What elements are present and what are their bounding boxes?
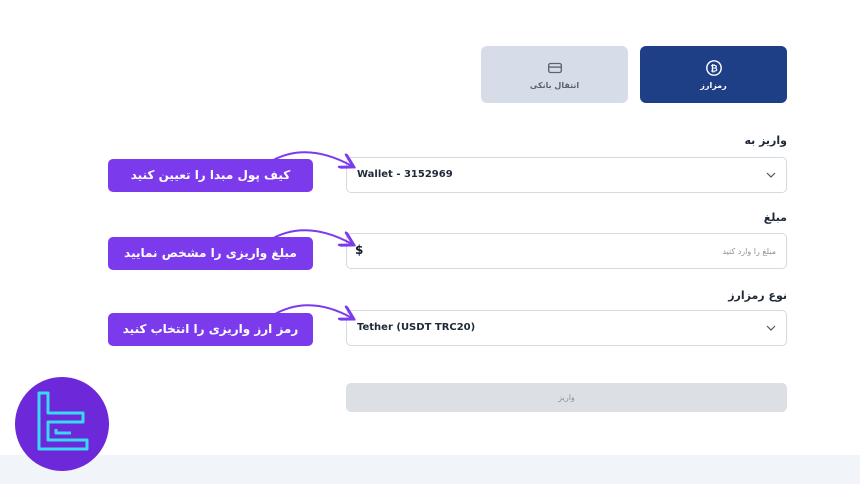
svg-text:₿: ₿: [710, 63, 717, 74]
currency-symbol: $: [355, 243, 364, 257]
wallet-select[interactable]: Wallet - 3152969: [346, 157, 787, 193]
amount-label: مبلغ: [763, 211, 787, 224]
tab-bank-label: انتقال بانکی: [529, 80, 580, 90]
card-icon: [547, 62, 562, 73]
currency-select-value: Tether (USDT TRC20): [357, 322, 476, 333]
deposit-button[interactable]: واریز: [346, 383, 787, 412]
chevron-down-icon: [766, 325, 776, 331]
callout-wallet: کیف پول مبدا را تعیین کنید: [108, 159, 313, 192]
wallet-select-value: Wallet - 3152969: [357, 169, 453, 180]
currency-type-label: نوع رمزارز: [728, 289, 787, 302]
footer-strip: [0, 455, 860, 484]
chevron-down-icon: [766, 172, 776, 178]
tab-bank-transfer[interactable]: انتقال بانکی: [481, 46, 628, 103]
tab-crypto-label: رمزارز: [700, 80, 727, 90]
bitcoin-icon: ₿: [705, 59, 722, 76]
callout-crypto: رمز ارز واریزی را انتخاب کنید: [108, 313, 313, 346]
deposit-to-label: واریز به: [744, 134, 787, 147]
brand-logo: [15, 377, 109, 471]
amount-field[interactable]: $: [346, 233, 787, 269]
amount-input[interactable]: [371, 240, 776, 262]
currency-select[interactable]: Tether (USDT TRC20): [346, 310, 787, 346]
callout-amount: مبلغ واریزی را مشخص نمایید: [108, 237, 313, 270]
tab-crypto[interactable]: ₿ رمزارز: [640, 46, 787, 103]
